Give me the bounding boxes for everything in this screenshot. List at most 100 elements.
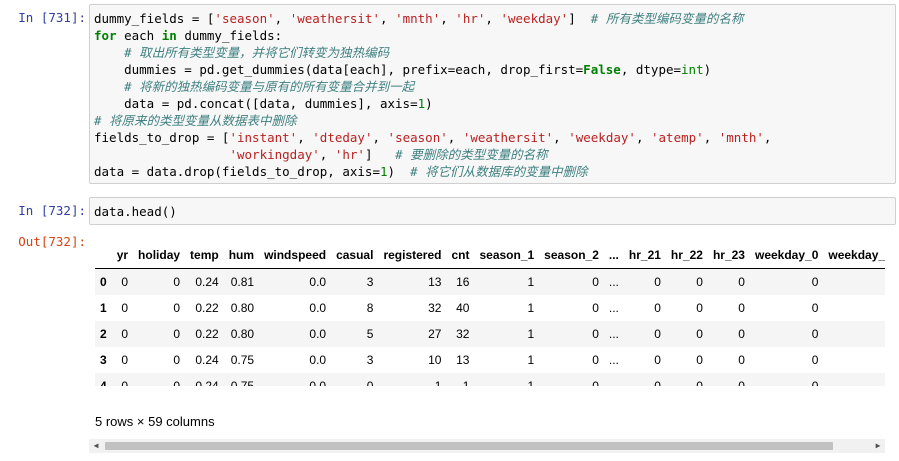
table-cell: 0 xyxy=(696,327,703,341)
table-cell: 0 xyxy=(696,301,703,315)
code-token: dummy_fields: xyxy=(176,28,283,43)
code-token: data = pd.concat([data, dummies], axis= xyxy=(94,96,418,111)
table-cell: 13 xyxy=(428,275,442,289)
table-cell: 0 xyxy=(173,379,181,386)
table-cell: 16 xyxy=(456,275,470,289)
code-token: dummy_fields = [ xyxy=(94,11,215,26)
code-token: data.head() xyxy=(94,204,177,219)
code-token: in xyxy=(161,28,177,43)
code-token: ] xyxy=(568,11,591,26)
table-cell: 0 xyxy=(811,379,819,386)
table-cell: 0.24 xyxy=(195,353,219,367)
table-cell: 0 xyxy=(173,353,181,367)
table-cell: 0.24 xyxy=(195,379,219,386)
scroll-left-icon[interactable]: ◀ xyxy=(89,439,103,453)
code-token: int xyxy=(681,62,704,77)
table-cell: 0 xyxy=(592,353,599,367)
code-token: , xyxy=(380,11,396,26)
column-header xyxy=(95,242,112,269)
input-prompt: In [732]: xyxy=(18,203,86,218)
output-area: yr holiday temp hum windspeed casual registere… xyxy=(89,236,889,461)
code-editor[interactable]: dummy_fields = ['season', 'weathersit' , … xyxy=(89,4,896,184)
table-cell: 0.0 xyxy=(309,301,327,315)
table-cell: 0 xyxy=(738,275,745,289)
table-cell: 0.22 xyxy=(195,327,219,341)
table-cell: 0.75 xyxy=(230,379,255,386)
table-cell: 0.0 xyxy=(309,275,327,289)
scroll-right-icon[interactable]: ▶ xyxy=(871,439,885,453)
horizontal-scrollbar[interactable]: ◀ ▶ xyxy=(89,439,885,453)
code-token: 1 xyxy=(417,96,426,111)
code-token: , xyxy=(274,11,290,26)
table-cell: 0 xyxy=(696,275,703,289)
scrollbar-thumb[interactable] xyxy=(105,442,833,450)
table-cell: 0 xyxy=(173,327,181,341)
table-cell: 32 xyxy=(428,301,442,315)
table-cell: 0 xyxy=(811,353,819,367)
table-cell: 0.80 xyxy=(230,301,255,315)
column-header: temp xyxy=(190,248,219,262)
table-cell: 0 xyxy=(811,301,819,315)
code-text[interactable]: data.head() xyxy=(90,198,895,225)
code-token: ) xyxy=(425,96,433,111)
code-token: , xyxy=(447,130,463,145)
code-token: fields_to_drop = [ xyxy=(94,130,230,145)
code-token: 'dteday' xyxy=(312,130,373,145)
table-cell: 0.81 xyxy=(230,275,255,289)
code-editor[interactable]: data.head() xyxy=(89,197,896,225)
table-cell: 0 xyxy=(738,353,745,367)
table-cell: 1 xyxy=(527,353,535,367)
row-index: 4 xyxy=(100,379,107,386)
code-token: 'hr' xyxy=(455,11,486,26)
code-token: 'weathersit' xyxy=(462,130,554,145)
table-cell: 10 xyxy=(428,353,442,367)
table-cell: 0 xyxy=(738,301,745,315)
table-cell: 1 xyxy=(527,327,535,341)
code-token: , dtype= xyxy=(620,62,682,77)
table-cell: 0.22 xyxy=(195,301,219,315)
code-token: , xyxy=(703,130,719,145)
table-cell: 0 xyxy=(592,301,599,315)
table-cell xyxy=(823,373,885,386)
code-token: 'season' xyxy=(214,11,275,26)
table-cell: 0 xyxy=(738,379,745,386)
code-token: # 将原来的类型变量从数据表中删除 xyxy=(94,113,297,128)
column-header: season_2 xyxy=(544,248,599,262)
column-header: windspeed xyxy=(264,248,327,262)
table-cell: 1 xyxy=(462,379,470,386)
input-prompt: In [731]: xyxy=(18,10,86,25)
table-cell xyxy=(823,347,885,373)
table-row: 1 0 0 0.22 0.80 0.0 8 32 40 1 0... 0 0 0 0 xyxy=(95,295,885,321)
code-token: 'weekday' xyxy=(568,130,636,145)
column-header: hum xyxy=(228,248,255,262)
row-index: 1 xyxy=(100,301,107,315)
code-token: 'mnth' xyxy=(718,130,764,145)
column-header: hr_22 xyxy=(670,248,703,262)
table-cell: 3 xyxy=(366,353,374,367)
table-cell: 0 xyxy=(121,379,129,386)
code-token: data = data.drop(fields_to_drop, axis= xyxy=(94,164,380,179)
column-header: ... xyxy=(608,248,619,262)
column-header: cnt xyxy=(451,248,470,262)
column-header: weekday_0 xyxy=(754,248,819,262)
table-cell: 0 xyxy=(592,379,599,386)
code-token: , xyxy=(635,130,651,145)
code-text[interactable]: dummy_fields = ['season', 'weathersit' , … xyxy=(90,5,895,185)
table-cell: 0 xyxy=(654,327,661,341)
code-token: 'mnth' xyxy=(395,11,441,26)
table-cell: 0 xyxy=(592,327,599,341)
table-cell: 8 xyxy=(366,301,374,315)
table-row: 3 0 0 0.24 0.75 0.0 3 10 13 1 0... 0 0 0 0 xyxy=(95,347,885,373)
table-cell: 0 xyxy=(592,275,599,289)
dataframe-container[interactable]: yr holiday temp hum windspeed casual registere… xyxy=(89,236,885,386)
column-header: season_1 xyxy=(479,248,535,262)
row-index: 0 xyxy=(100,275,107,289)
table-cell: 0 xyxy=(696,353,703,367)
table-cell: 0 xyxy=(121,353,129,367)
code-token: , xyxy=(372,130,388,145)
code-token: # 取出所有类型变量，并将它们转变为独热编码 xyxy=(124,45,390,60)
code-token: dummies = pd.get_dummies(data[each], pre… xyxy=(94,62,584,77)
code-token: False xyxy=(583,62,621,77)
table-cell: 0 xyxy=(654,379,661,386)
